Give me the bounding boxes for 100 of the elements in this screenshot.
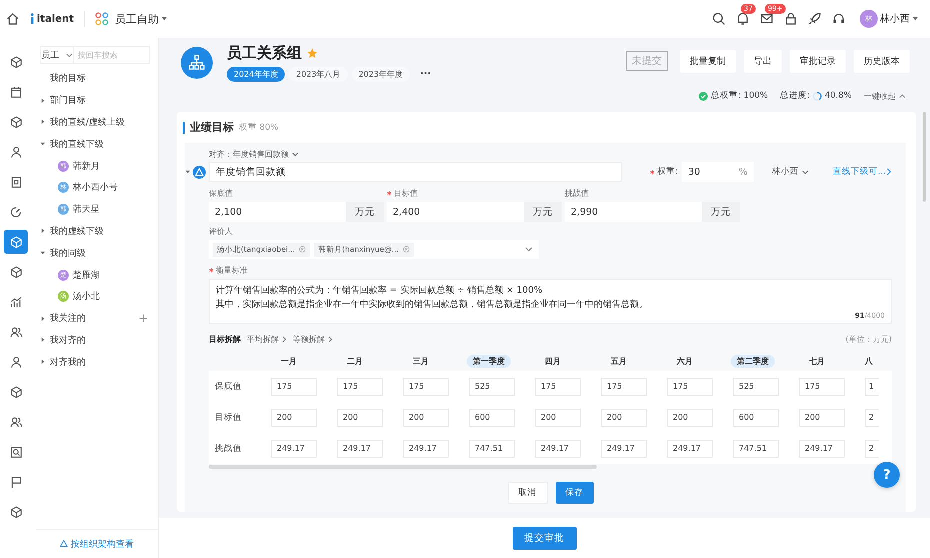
cell-field[interactable]: 200: [271, 408, 317, 426]
cancel-button[interactable]: 取消: [508, 482, 548, 504]
tree-item[interactable]: 我的虚线下级: [50, 224, 104, 238]
cell-field[interactable]: 200: [535, 408, 581, 426]
alignment-dropdown[interactable]: 对齐：年度销售回款额: [209, 149, 299, 160]
cell-field[interactable]: 175: [403, 378, 449, 396]
caret-icon[interactable]: [40, 359, 46, 366]
logo[interactable]: italent: [30, 13, 74, 25]
bell-icon[interactable]: [736, 12, 750, 26]
search-field[interactable]: 按回车搜索: [74, 46, 150, 64]
tree-item[interactable]: 我的目标: [50, 72, 86, 86]
toolbar-button[interactable]: 导出: [744, 50, 782, 72]
caret-icon[interactable]: [40, 228, 46, 234]
add-icon[interactable]: [139, 314, 148, 324]
caret-icon[interactable]: [40, 250, 46, 256]
toolbar-button[interactable]: 批量复制: [680, 50, 736, 72]
caret-icon[interactable]: [40, 337, 46, 344]
cell-field[interactable]: 525: [733, 378, 779, 396]
period-tab[interactable]: 2024年年度: [227, 67, 286, 82]
tree-item[interactable]: 我的同级: [50, 246, 86, 260]
chevron-down-icon[interactable]: [802, 170, 809, 174]
cell-field[interactable]: 175: [535, 378, 581, 396]
submit-button[interactable]: 提交审批: [512, 526, 576, 550]
chevron-down-icon[interactable]: [292, 152, 299, 157]
tree-item[interactable]: 林小西小号: [73, 181, 118, 194]
owner-dropdown[interactable]: 林小西: [772, 166, 809, 178]
weight-field[interactable]: 30 %: [682, 162, 754, 182]
chevron-up-icon[interactable]: [899, 94, 906, 98]
collapse-all-button[interactable]: 一键收起: [864, 90, 906, 102]
cell-field[interactable]: 747.51: [469, 440, 515, 458]
tree-item[interactable]: 我关注的: [50, 312, 86, 326]
cell-field[interactable]: 249.17: [271, 440, 317, 458]
cell-field[interactable]: 747.51: [733, 440, 779, 458]
chevron-right-icon[interactable]: [328, 336, 333, 343]
cell-field[interactable]: 175: [271, 378, 317, 396]
filter-dropdown[interactable]: 员工: [40, 46, 74, 64]
toolbar-button[interactable]: 历史版本: [854, 50, 910, 72]
goal-name-field[interactable]: 年度销售回款额: [209, 162, 622, 182]
cell-field[interactable]: 175: [337, 378, 383, 396]
cube-icon[interactable]: [4, 230, 28, 254]
home-icon[interactable]: [6, 12, 20, 26]
scrollbar[interactable]: [923, 112, 926, 202]
cell-field[interactable]: 249.17: [403, 440, 449, 458]
value-field[interactable]: 2,400: [387, 202, 524, 222]
cell-field[interactable]: 249.17: [667, 440, 713, 458]
caret-icon[interactable]: [40, 316, 46, 322]
cell-field[interactable]: 175: [799, 378, 845, 396]
tree-item[interactable]: 汤小北: [73, 290, 100, 304]
tree-item[interactable]: 韩新月: [73, 160, 100, 173]
user-menu[interactable]: 林小西: [880, 12, 918, 26]
cell-field[interactable]: 200: [667, 408, 713, 426]
period-tab[interactable]: 2023年年度: [352, 67, 410, 82]
cell-field[interactable]: 1: [865, 378, 879, 396]
breakdown-tab[interactable]: 平均拆解: [247, 334, 287, 345]
value-field[interactable]: 2,100: [209, 202, 346, 222]
cell-field[interactable]: 200: [403, 408, 449, 426]
cell-field[interactable]: 2: [865, 440, 879, 458]
caret-icon[interactable]: [525, 247, 533, 252]
cell-field[interactable]: 200: [799, 408, 845, 426]
cell-field[interactable]: 175: [667, 378, 713, 396]
mail-icon[interactable]: [760, 12, 774, 26]
tree-item[interactable]: 楚雁湖: [73, 268, 100, 282]
cell-field[interactable]: 175: [601, 378, 647, 396]
tree-item[interactable]: 我对齐的: [50, 334, 86, 347]
search-icon[interactable]: [712, 12, 726, 26]
cell-field[interactable]: 249.17: [337, 440, 383, 458]
cell-field[interactable]: 2: [865, 408, 879, 426]
breakdown-tab[interactable]: 等额拆解: [293, 334, 333, 345]
breakdown-tab[interactable]: 目标拆解: [209, 334, 241, 345]
app-selector[interactable]: 员工自助: [115, 12, 168, 26]
cell-field[interactable]: 249.17: [799, 440, 845, 458]
cell-field[interactable]: 525: [469, 378, 515, 396]
period-tab[interactable]: 2023年八月: [289, 67, 348, 82]
cell-field[interactable]: 600: [469, 408, 515, 426]
caret-icon[interactable]: [40, 98, 46, 104]
chevron-right-icon[interactable]: [886, 168, 892, 176]
caret-icon[interactable]: [913, 17, 918, 21]
scrollbar-thumb[interactable]: [209, 465, 597, 469]
tree-item[interactable]: 我的直线下级: [50, 138, 104, 151]
tree-item[interactable]: 韩天星: [73, 203, 100, 216]
tree-item[interactable]: 部门目标: [50, 94, 86, 108]
headset-icon[interactable]: [832, 12, 846, 26]
caret-icon[interactable]: [185, 169, 191, 175]
cell-field[interactable]: 249.17: [535, 440, 581, 458]
cell-field[interactable]: 600: [733, 408, 779, 426]
rocket-icon[interactable]: [808, 12, 822, 26]
tree-item[interactable]: 我的直线/虚线上级: [50, 116, 126, 129]
cell-field[interactable]: 200: [337, 408, 383, 426]
more-button[interactable]: ···: [420, 69, 432, 80]
caret-icon[interactable]: [40, 141, 46, 148]
visibility-link[interactable]: 直线下级可...: [832, 166, 886, 178]
app-grid-icon[interactable]: [95, 12, 110, 26]
save-button[interactable]: 保存: [556, 482, 594, 504]
toolbar-button[interactable]: 审批记录: [790, 50, 846, 72]
chevron-down-icon[interactable]: [66, 52, 72, 58]
cell-field[interactable]: 200: [601, 408, 647, 426]
caret-icon[interactable]: [162, 17, 168, 21]
tree-item[interactable]: 对齐我的: [50, 356, 86, 369]
chevron-right-icon[interactable]: [282, 336, 287, 343]
org-chart-link[interactable]: 按组织架构查看: [60, 538, 134, 550]
